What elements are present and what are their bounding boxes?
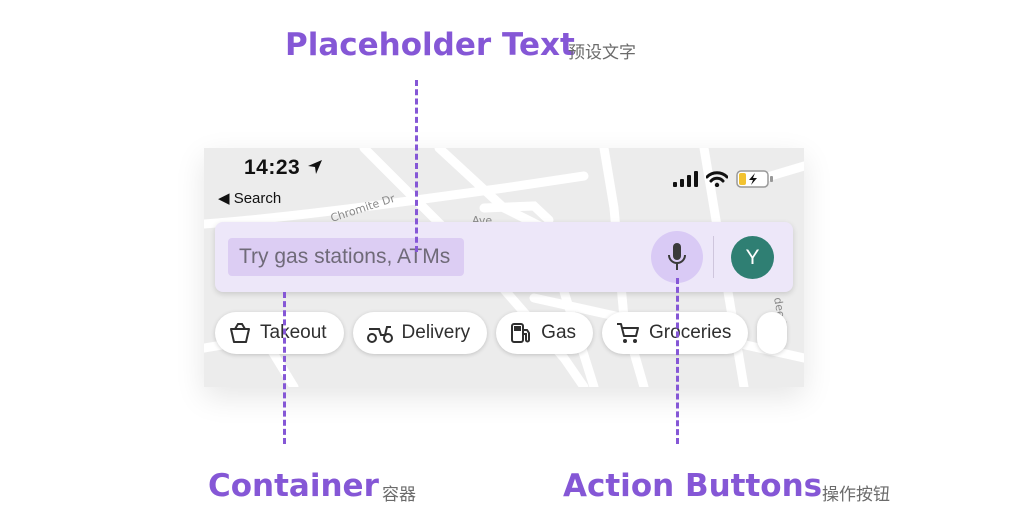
search-divider [713,236,714,278]
container-annotation-title: Container [208,468,379,504]
placeholder-annotation-subtitle: 预设文字 [568,43,636,63]
back-to-search-link[interactable]: ◀ Search [218,189,281,207]
search-placeholder[interactable]: Try gas stations, ATMs [228,238,465,276]
cart-icon [617,323,640,343]
container-annotation-subtitle: 容器 [382,485,416,505]
cellular-signal-icon [673,171,698,187]
actions-annotation-subtitle: 操作按钮 [822,485,890,505]
takeout-icon [230,323,250,343]
chip-label: Takeout [260,322,327,343]
gas-pump-icon [511,323,531,343]
battery-charging-icon [736,170,773,188]
placeholder-leader-line [415,80,418,252]
chip-takeout[interactable]: Takeout [215,312,344,354]
container-leader-line [283,292,286,444]
mic-icon [668,243,686,270]
chip-label: Groceries [649,322,732,343]
voice-search-button[interactable] [651,231,703,283]
chip-label: Gas [541,322,577,343]
wifi-icon [706,171,728,187]
placeholder-annotation-title: Placeholder Text [285,27,575,63]
actions-leader-line [676,278,679,444]
scooter-icon [366,326,393,343]
category-chips: Takeout Delivery Gas Groceries [215,312,788,354]
phone-screen: Chromite Dr Ave dee Dr 14:23 ◀ Search [204,148,804,387]
status-icons [673,170,774,188]
chip-more-partial[interactable] [757,312,788,354]
search-bar-container[interactable]: Try gas stations, ATMs Y [215,222,793,292]
chip-delivery[interactable]: Delivery [352,312,488,354]
profile-avatar[interactable]: Y [731,236,774,279]
status-time-text: 14:23 [244,156,301,179]
location-arrow-icon [307,160,322,174]
status-time: 14:23 [244,156,323,180]
chip-gas[interactable]: Gas [496,312,594,354]
actions-annotation-title: Action Buttons [563,468,823,504]
chip-label: Delivery [401,322,471,343]
